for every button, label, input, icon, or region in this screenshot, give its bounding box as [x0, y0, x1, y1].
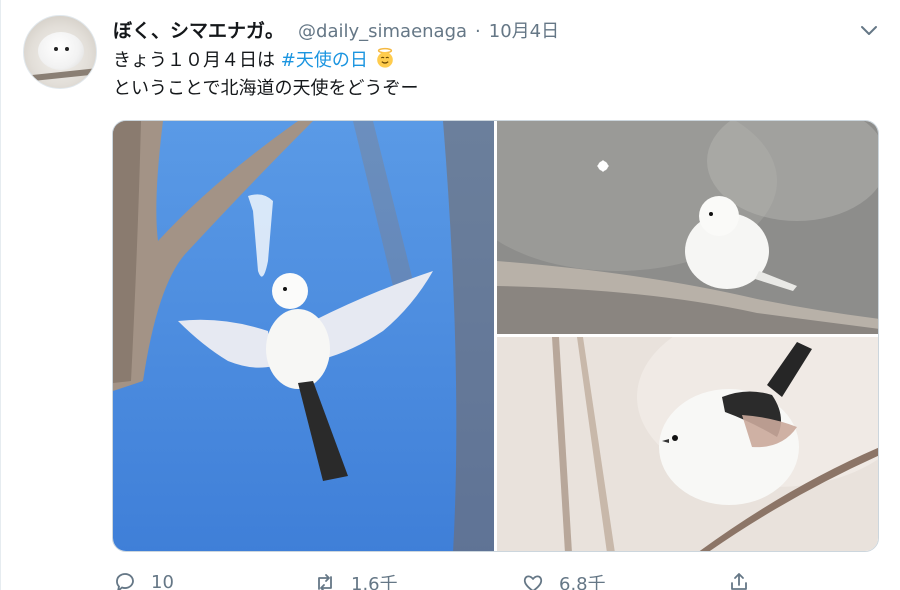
like-button[interactable]: 6.8千 — [521, 570, 606, 590]
photo-bird-closeup[interactable] — [497, 337, 878, 551]
heart-icon — [523, 575, 543, 590]
avatar-branch — [24, 68, 96, 82]
retweet-count: 1.6千 — [351, 574, 398, 590]
author-handle[interactable]: @daily_simaenaga — [298, 21, 467, 42]
photo-bird-on-branch-snow[interactable] — [497, 121, 878, 334]
reply-button[interactable]: 10 — [113, 570, 174, 590]
photo-bird-flying[interactable] — [113, 121, 494, 551]
tweet-date[interactable]: 10月4日 — [489, 17, 559, 43]
tweet-header: ぼく、シマエナガ。 @daily_simaenaga · 10月4日 — [113, 16, 559, 46]
reply-icon — [116, 573, 134, 590]
tweet[interactable]: ぼく、シマエナガ。 @daily_simaenaga · 10月4日 きょう１０… — [0, 0, 900, 590]
avatar-bird — [38, 32, 84, 70]
hashtag-link[interactable]: #天使の日 — [281, 50, 368, 71]
share-button[interactable] — [727, 570, 751, 590]
avatar[interactable] — [23, 15, 97, 89]
like-count: 6.8千 — [559, 574, 606, 590]
separator-dot: · — [475, 21, 481, 42]
tweet-text-line-2: ということで北海道の天使をどうぞー — [113, 78, 419, 99]
tweet-actions: 10 1.6千 6.8千 — [113, 570, 813, 590]
media-grid — [112, 120, 879, 552]
angel-face-emoji-icon — [377, 47, 393, 68]
retweet-button[interactable]: 1.6千 — [313, 570, 398, 590]
tweet-text: きょう１０月４日は #天使の日 ということで北海道の天使をどうぞー — [113, 47, 418, 103]
author-name[interactable]: ぼく、シマエナガ。 — [113, 16, 284, 43]
chevron-down-icon[interactable] — [857, 18, 881, 42]
reply-count: 10 — [151, 571, 174, 590]
share-icon — [731, 573, 747, 590]
tweet-text-line-1: きょう１０月４日は #天使の日 — [113, 47, 418, 75]
retweet-icon — [318, 574, 332, 590]
